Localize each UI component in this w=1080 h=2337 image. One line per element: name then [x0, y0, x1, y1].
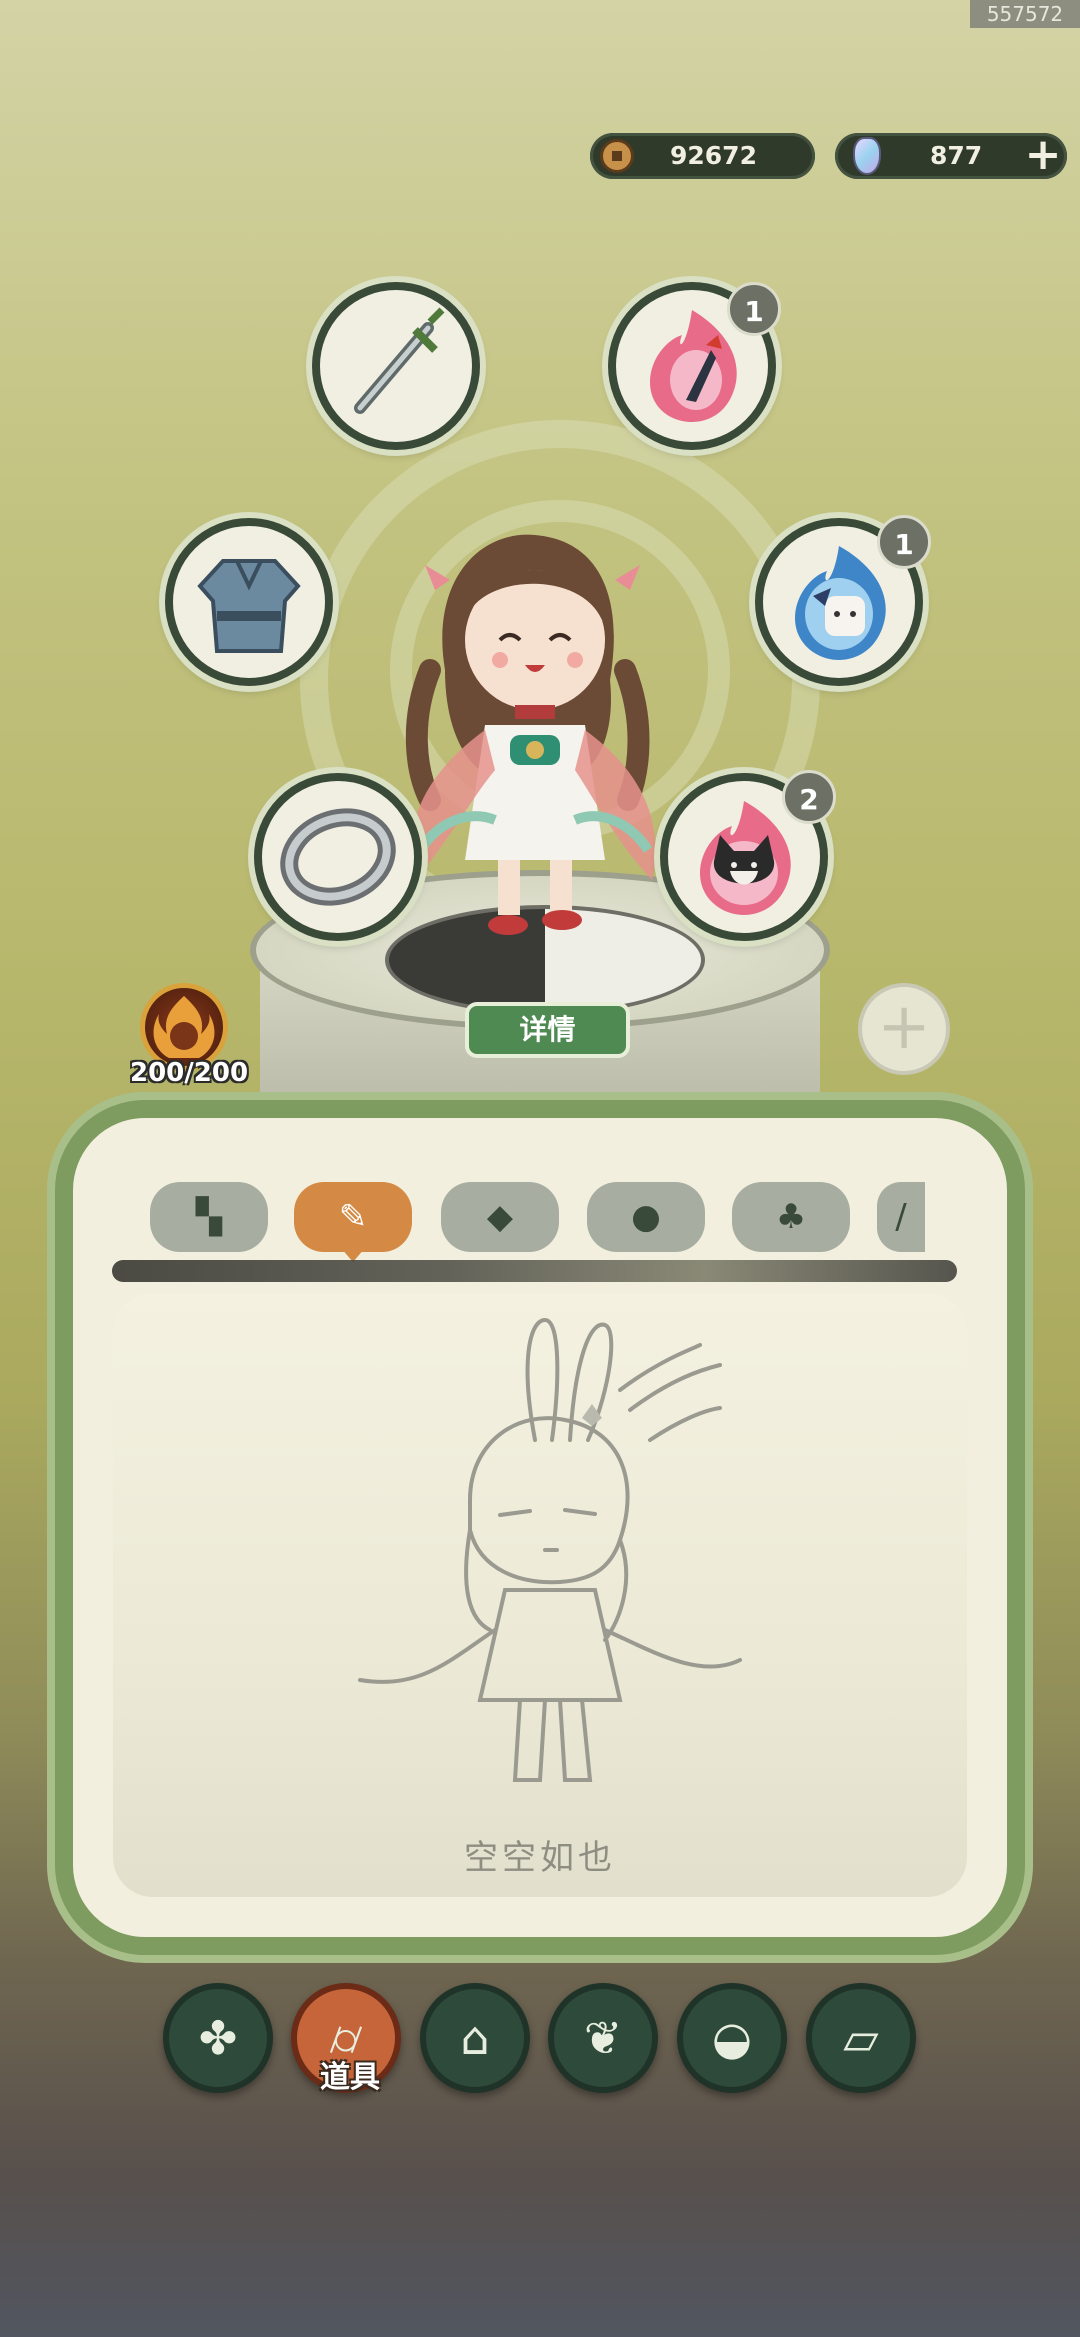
tab-more[interactable]: / — [877, 1182, 925, 1252]
house-icon: ⌂ — [460, 2011, 490, 2065]
hp-readout: 200/200 — [130, 1058, 249, 1088]
map-scroll-icon: ▱ — [843, 2011, 879, 2065]
armor-icon — [197, 559, 301, 653]
ring-icon — [280, 808, 396, 906]
nav-map[interactable]: ▱ — [806, 1983, 916, 2093]
tab-pills[interactable]: ● — [587, 1182, 705, 1252]
nav-food[interactable]: ◒ — [677, 1983, 787, 2093]
gem-amount: 877 — [930, 141, 983, 170]
weapon-slot[interactable] — [312, 282, 480, 450]
copper-coin-icon — [600, 139, 634, 173]
herb-icon: ❦ — [583, 2011, 623, 2065]
pill-icon: ● — [631, 1197, 661, 1237]
more-icon: / — [895, 1197, 907, 1237]
sword-icon — [354, 307, 445, 414]
character-figure[interactable] — [390, 520, 670, 960]
brush-divider — [112, 1260, 957, 1282]
grid-icon: ✤ — [198, 2011, 238, 2065]
sprout-icon: ♣ — [775, 1197, 807, 1237]
tab-items[interactable]: ✎ — [294, 1182, 412, 1252]
coin-counter: 92672 — [590, 133, 815, 179]
accessory-slot[interactable] — [254, 773, 422, 941]
nav-house[interactable]: ⌂ — [420, 1983, 530, 2093]
nav-overview[interactable]: ✤ — [163, 1983, 273, 2093]
coin-amount: 92672 — [670, 141, 757, 170]
add-gems-button[interactable]: + — [1021, 133, 1065, 178]
nav-items-label: 道具 — [320, 2060, 380, 2095]
armor-slot[interactable] — [165, 518, 333, 686]
details-button[interactable]: 详情 — [465, 1002, 630, 1058]
spirit-slot-1-count: 1 — [727, 282, 781, 336]
add-slot-button[interactable]: + — [858, 983, 950, 1075]
grid-icon: ▚ — [195, 1197, 223, 1237]
tab-ore[interactable]: ◆ — [441, 1182, 559, 1252]
gem-counter: 877 + — [835, 133, 1067, 179]
watermark-id: 557572 — [970, 0, 1080, 28]
empty-state-text: 空空如也 — [464, 1838, 616, 1878]
spirit-slot-2-count: 1 — [877, 515, 931, 569]
tab-all[interactable]: ▚ — [150, 1182, 268, 1252]
crystal-gem-icon — [853, 137, 881, 175]
spirit-slot-3-count: 2 — [782, 770, 836, 824]
ore-icon: ◆ — [486, 1197, 514, 1237]
scroll-icon: ✎ — [338, 1197, 368, 1237]
tab-herbs[interactable]: ♣ — [732, 1182, 850, 1252]
empty-state-illustration — [358, 1317, 742, 1782]
bowl-icon: ◒ — [711, 2011, 753, 2065]
nav-herbs[interactable]: ❦ — [548, 1983, 658, 2093]
